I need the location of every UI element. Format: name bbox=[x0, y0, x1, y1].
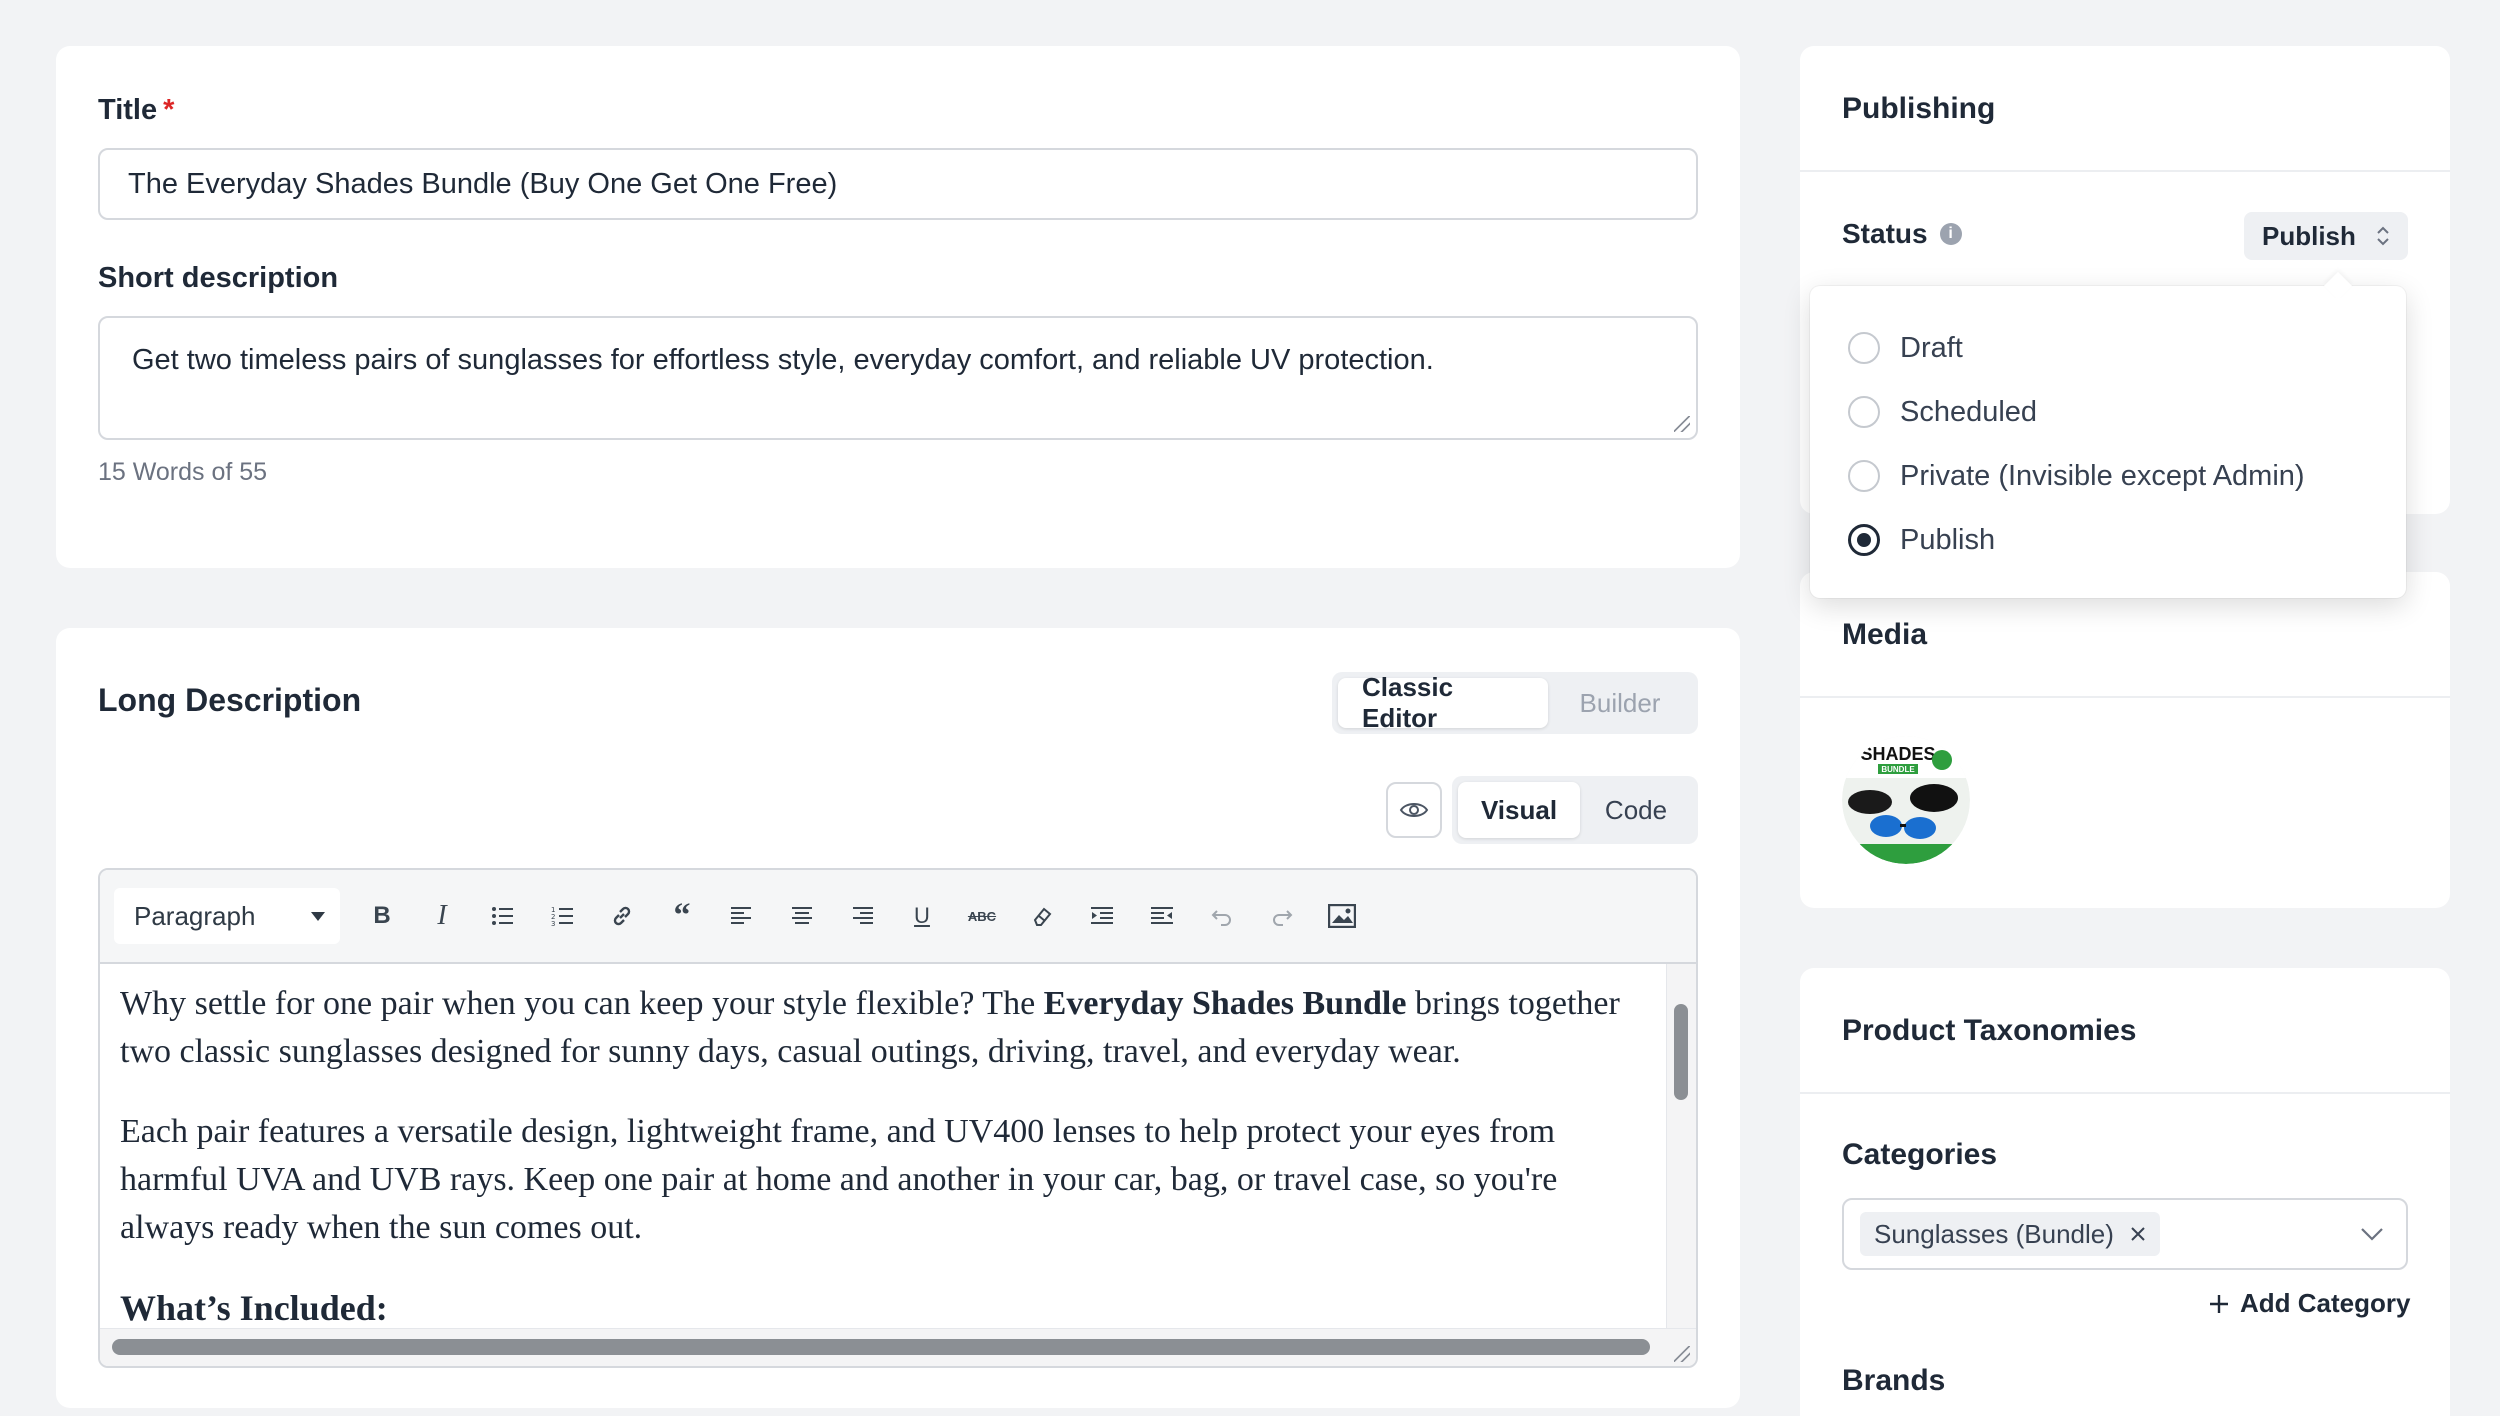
short-description-value: Get two timeless pairs of sunglasses for… bbox=[132, 344, 1434, 376]
caret-down-icon bbox=[311, 912, 325, 921]
format-select[interactable]: Paragraph bbox=[114, 888, 340, 944]
bold-icon[interactable]: B bbox=[352, 886, 412, 946]
category-tag-label: Sunglasses (Bundle) bbox=[1874, 1218, 2114, 1249]
taxonomies-title: Product Taxonomies bbox=[1842, 1014, 2137, 1047]
categories-label: Categories bbox=[1842, 1138, 1998, 1171]
chevron-down-icon[interactable] bbox=[2360, 1227, 2384, 1241]
product-image: SHADES BUNDLE bbox=[1842, 736, 1970, 864]
align-center-icon[interactable] bbox=[772, 886, 832, 946]
align-right-icon[interactable] bbox=[832, 886, 892, 946]
paragraph-text: Why settle for one pair when you can kee… bbox=[120, 985, 1044, 1022]
format-select-value: Paragraph bbox=[134, 900, 256, 931]
product-image-thumbnail[interactable]: SHADES BUNDLE bbox=[1842, 736, 1970, 864]
indent-icon[interactable] bbox=[1072, 886, 1132, 946]
publishing-title: Publishing bbox=[1842, 92, 1996, 125]
status-option-label: Private (Invisible except Admin) bbox=[1900, 459, 2305, 492]
outdent-icon[interactable] bbox=[1132, 886, 1192, 946]
tab-builder[interactable]: Builder bbox=[1548, 678, 1692, 728]
title-label: Title * bbox=[98, 94, 174, 127]
thumb-title-text: SHADES bbox=[1860, 744, 1935, 764]
undo-icon[interactable] bbox=[1192, 886, 1252, 946]
clear-format-icon[interactable] bbox=[1012, 886, 1072, 946]
radio-unchecked[interactable] bbox=[1848, 396, 1880, 428]
taxonomies-header: Product Taxonomies bbox=[1800, 968, 2450, 1094]
editor-content[interactable]: Why settle for one pair when you can kee… bbox=[100, 964, 1666, 1328]
strikethrough-icon[interactable]: ABC bbox=[952, 886, 1012, 946]
svg-text:3: 3 bbox=[551, 920, 555, 927]
bundle-name-bold: Everyday Shades Bundle bbox=[1043, 985, 1407, 1022]
numbered-list-icon[interactable]: 123 bbox=[532, 886, 592, 946]
chevron-updown-icon bbox=[2377, 226, 2389, 246]
editor-mode-toggle: Classic Editor Builder bbox=[1332, 672, 1698, 734]
thumb-subtitle-text: BUNDLE bbox=[1881, 765, 1915, 774]
status-select-value: Publish bbox=[2262, 220, 2356, 251]
status-option-private[interactable]: Private (Invisible except Admin) bbox=[1810, 444, 2406, 508]
underline-icon[interactable]: U bbox=[892, 886, 952, 946]
close-icon[interactable] bbox=[2130, 1226, 2146, 1242]
status-label-text: Status bbox=[1842, 218, 1928, 249]
taxonomies-card: Product Taxonomies Categories Sunglasses… bbox=[1800, 968, 2450, 1416]
tab-code[interactable]: Code bbox=[1580, 782, 1692, 838]
italic-icon[interactable]: I bbox=[412, 886, 472, 946]
content-paragraph-2: Each pair features a versatile design, l… bbox=[120, 1113, 1558, 1246]
bullet-list-icon[interactable] bbox=[472, 886, 532, 946]
redo-icon[interactable] bbox=[1252, 886, 1312, 946]
info-icon[interactable]: i bbox=[1939, 223, 1962, 245]
resize-handle-icon[interactable] bbox=[1674, 1346, 1690, 1362]
word-count: 15 Words of 55 bbox=[98, 458, 268, 486]
status-option-scheduled[interactable]: Scheduled bbox=[1810, 380, 2406, 444]
status-label: Status i bbox=[1842, 218, 1962, 250]
title-input-value: The Everyday Shades Bundle (Buy One Get … bbox=[128, 167, 838, 200]
status-option-label: Draft bbox=[1900, 331, 1963, 364]
image-icon[interactable] bbox=[1312, 886, 1372, 946]
short-description-textarea[interactable]: Get two timeless pairs of sunglasses for… bbox=[98, 316, 1698, 440]
status-select[interactable]: Publish bbox=[2244, 212, 2408, 260]
tab-visual[interactable]: Visual bbox=[1458, 782, 1580, 838]
view-mode-toggle: Visual Code bbox=[1452, 776, 1698, 844]
title-input[interactable]: The Everyday Shades Bundle (Buy One Get … bbox=[98, 148, 1698, 220]
content-heading-included: What’s Included: bbox=[120, 1288, 388, 1328]
long-description-card: Long Description Classic Editor Builder … bbox=[56, 628, 1740, 1408]
radio-unchecked[interactable] bbox=[1848, 460, 1880, 492]
title-label-text: Title bbox=[98, 94, 158, 126]
radio-unchecked[interactable] bbox=[1848, 332, 1880, 364]
media-title: Media bbox=[1842, 618, 1928, 651]
status-option-label: Publish bbox=[1900, 523, 1996, 556]
add-category-label: Add Category bbox=[2240, 1288, 2411, 1318]
resize-handle-icon[interactable] bbox=[1674, 416, 1690, 432]
scrollbar-thumb[interactable] bbox=[1674, 1004, 1688, 1100]
horizontal-scrollbar[interactable] bbox=[100, 1328, 1696, 1366]
short-description-label: Short description bbox=[98, 262, 339, 294]
status-option-draft[interactable]: Draft bbox=[1810, 316, 2406, 380]
required-mark: * bbox=[163, 94, 175, 126]
radio-checked[interactable] bbox=[1848, 524, 1880, 556]
scrollbar-thumb[interactable] bbox=[112, 1339, 1650, 1355]
categories-select[interactable]: Sunglasses (Bundle) bbox=[1842, 1198, 2408, 1270]
brands-label: Brands bbox=[1842, 1364, 1946, 1397]
link-icon[interactable] bbox=[592, 886, 652, 946]
preview-button[interactable] bbox=[1386, 782, 1442, 838]
long-description-title: Long Description bbox=[98, 682, 362, 718]
tab-classic-editor[interactable]: Classic Editor bbox=[1338, 672, 1548, 733]
status-option-publish[interactable]: Publish bbox=[1810, 508, 2406, 572]
status-option-label: Scheduled bbox=[1900, 395, 2038, 428]
add-category-button[interactable]: Add Category bbox=[2208, 1288, 2410, 1319]
align-left-icon[interactable] bbox=[712, 886, 772, 946]
rich-text-editor: Paragraph B I 123 “ U ABC Why settle for… bbox=[98, 868, 1698, 1368]
general-info-card: Title * The Everyday Shades Bundle (Buy O… bbox=[56, 46, 1740, 568]
eye-icon bbox=[1399, 803, 1429, 817]
vertical-scrollbar[interactable] bbox=[1666, 964, 1696, 1328]
status-dropdown: Draft Scheduled Private (Invisible excep… bbox=[1810, 271, 2406, 598]
plus-icon bbox=[2210, 1294, 2228, 1313]
category-tag: Sunglasses (Bundle) bbox=[1860, 1212, 2160, 1256]
content-paragraph-1: Why settle for one pair when you can kee… bbox=[120, 980, 1646, 1076]
blockquote-icon[interactable]: “ bbox=[652, 886, 712, 946]
publishing-header: Publishing bbox=[1800, 46, 2450, 172]
editor-toolbar: Paragraph B I 123 “ U ABC bbox=[100, 870, 1696, 964]
